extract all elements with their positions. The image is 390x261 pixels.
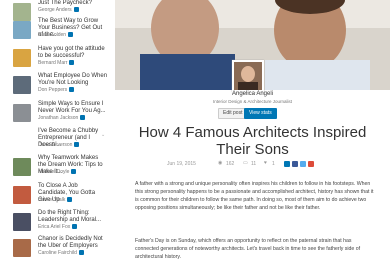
sidebar: Just The Paycheck? George Anders The Best …	[0, 0, 108, 260]
sidebar-item-author-name[interactable]: Bernard Marr	[38, 60, 67, 66]
sidebar-item-thumbnail[interactable]	[13, 213, 31, 231]
linkedin-badge-icon	[69, 87, 75, 93]
views-count: 162	[226, 161, 235, 167]
linkedin-badge-icon	[78, 250, 84, 256]
sidebar-item[interactable]: Simple Ways to Ensure I Never Work For Y…	[0, 101, 108, 131]
sidebar-item[interactable]: What Employee Do When You're Not Looking…	[0, 73, 108, 103]
sidebar-item-thumbnail[interactable]	[13, 104, 31, 122]
sidebar-item-author-name[interactable]: Don Peppers	[38, 87, 67, 93]
sidebar-item-thumbnail[interactable]	[13, 49, 31, 67]
sidebar-item-title[interactable]: Have you got the attitude to be successf…	[38, 46, 108, 60]
sidebar-item-thumbnail[interactable]	[13, 76, 31, 94]
sidebar-item-title[interactable]: What Employee Do When You're Not Looking	[38, 73, 108, 87]
author-name[interactable]: Angelica Angeli	[115, 91, 390, 97]
article-date: Jun 19, 2015	[167, 161, 196, 167]
sidebar-item-author-name[interactable]: Dana Severson	[38, 142, 72, 148]
sidebar-item-author: Don Peppers	[38, 87, 75, 93]
views-icon: ◉	[218, 160, 223, 166]
view-stats-button[interactable]: View stats	[244, 108, 277, 119]
linkedin-badge-icon	[69, 60, 75, 66]
sidebar-item-author-name[interactable]: George Anders	[38, 7, 72, 13]
comments-icon: ▭	[243, 160, 248, 166]
sidebar-item-title[interactable]: Do the Right Thing: Leadership and Moral…	[38, 210, 108, 224]
sidebar-item-author-name[interactable]: Caroline Fairchild	[38, 250, 77, 256]
linkedin-badge-icon	[72, 224, 78, 230]
likes-icon: ♥	[264, 160, 267, 166]
comments-count: 11	[251, 161, 257, 167]
sidebar-item[interactable]: To Close A Job Candidate, You Gotta Give…	[0, 183, 108, 213]
sidebar-item[interactable]: Have you got the attitude to be successf…	[0, 46, 108, 76]
sidebar-item[interactable]: The Best Way to Grow Your Business? Get …	[0, 18, 108, 48]
sidebar-item-author: George Anders	[38, 7, 79, 13]
article-paragraph: A father with a strong and unique person…	[135, 181, 374, 211]
linkedin-badge-icon	[73, 7, 79, 13]
facebook-share-icon[interactable]	[292, 161, 298, 167]
sidebar-item-title[interactable]: Chanor is Decidedly Not the Uber of Empl…	[38, 236, 108, 250]
sidebar-item-thumbnail[interactable]	[13, 239, 31, 257]
sidebar-item-author: Jonathan Jackson	[38, 115, 86, 121]
sidebar-item[interactable]: I've Become a Chubby Entrepreneur (and I…	[0, 128, 108, 158]
sidebar-item-title[interactable]: Just The Paycheck?	[38, 0, 108, 7]
sidebar-item-author-name[interactable]: Kara Golden	[38, 32, 66, 38]
sidebar-item[interactable]: Chanor is Decidedly Not the Uber of Empl…	[0, 236, 108, 260]
linkedin-badge-icon	[74, 142, 80, 148]
sidebar-item-thumbnail[interactable]	[13, 131, 31, 149]
sidebar-item-author: Kara Golden	[38, 32, 74, 38]
article-title: How 4 Famous Architects Inspired Their S…	[138, 124, 367, 158]
linkedin-share-icon[interactable]	[284, 161, 290, 167]
sidebar-item-author-name[interactable]: Jonathan Jackson	[38, 115, 78, 121]
sidebar-item-author-name[interactable]: Erica Ariel Fox	[38, 224, 70, 230]
sidebar-item-author: Hunter Walk	[38, 197, 73, 203]
author-role: Interior Design & Architecture Journalis…	[212, 99, 293, 104]
sidebar-item-title[interactable]: Simple Ways to Ensure I Never Work For Y…	[38, 101, 108, 115]
sidebar-item[interactable]: Why Teamwork Makes the Dream Work: Tips …	[0, 155, 108, 185]
sidebar-item-author-name[interactable]: Hunter Walk	[38, 197, 65, 203]
linkedin-badge-icon	[80, 115, 86, 121]
twitter-share-icon[interactable]	[300, 161, 306, 167]
sidebar-item-thumbnail[interactable]	[13, 186, 31, 204]
sidebar-item-author: Bernard Marr	[38, 60, 75, 66]
scroll-indicator-icon[interactable]: ⌄	[101, 132, 105, 138]
sidebar-item-author: Dana Severson	[38, 142, 80, 148]
sidebar-item-author-name[interactable]: Michael Doyle	[38, 169, 69, 175]
author-avatar[interactable]	[232, 60, 264, 92]
sidebar-item-author: Erica Ariel Fox	[38, 224, 78, 230]
likes-count: 1	[272, 161, 275, 167]
sidebar-item-author: Michael Doyle	[38, 169, 77, 175]
article-meta: Jun 19, 2015 ◉ 162 ▭ 11 ♥ 1	[130, 160, 375, 170]
linkedin-badge-icon	[67, 197, 73, 203]
sidebar-item-thumbnail[interactable]	[13, 158, 31, 176]
sidebar-item-author: Caroline Fairchild	[38, 250, 84, 256]
sidebar-item-thumbnail[interactable]	[13, 21, 31, 39]
google-share-icon[interactable]	[308, 161, 314, 167]
article-paragraph: Father's Day is on Sunday, which offers …	[135, 238, 361, 260]
linkedin-badge-icon	[71, 169, 77, 175]
linkedin-badge-icon	[68, 32, 74, 38]
